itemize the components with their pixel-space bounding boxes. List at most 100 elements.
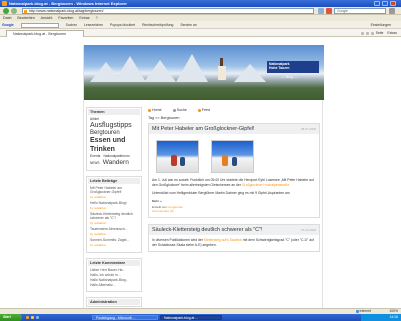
- admin-box: Administration: [86, 296, 142, 307]
- post-habeler: Mit Peter Habeler am Großglockner-Gipfel…: [148, 123, 320, 218]
- post-saeuleck: Säuleck-Klettersteig deutlich schwerer a…: [148, 224, 320, 252]
- window-title-bar[interactable]: Nationalpark-blog.at - Bergtouren - Wind…: [0, 0, 401, 7]
- post-photos: [149, 134, 319, 178]
- breadcrumb: Home Suche Feed: [148, 107, 320, 113]
- quicklaunch-ie-icon[interactable]: [26, 316, 29, 319]
- logo-line2: Hohe Tauern: [269, 66, 290, 70]
- search-link[interactable]: Suche: [172, 108, 192, 112]
- maximize-button[interactable]: [382, 1, 388, 6]
- menu-item-help[interactable]: ?: [96, 16, 98, 20]
- tag-bergtouren[interactable]: Bergtouren: [90, 130, 120, 137]
- recent-comment-link[interactable]: Hallo Nationalpark-Blog...: [90, 278, 138, 282]
- post-title[interactable]: Mit Peter Habeler am Großglockner-Gipfel…: [152, 126, 254, 132]
- recent-comments-box: Letzte Kommentare Lieber Herr Bauer-Ha..…: [86, 257, 142, 292]
- tools-menu[interactable]: Extras: [387, 31, 397, 35]
- recent-post-author[interactable]: by redaktion: [90, 206, 138, 210]
- refresh-button[interactable]: [318, 8, 324, 14]
- recent-post-link[interactable]: Sonnen-Summits: Zagel...: [90, 238, 138, 242]
- tag-events[interactable]: Events: [90, 154, 100, 158]
- address-url: http://www.nationalpark-blog.at/tag/berg…: [29, 9, 104, 13]
- recent-post-author[interactable]: by redaktion: [90, 221, 138, 225]
- summit-photo-2[interactable]: [211, 140, 254, 173]
- page-menu[interactable]: Seite: [376, 31, 384, 35]
- main-content: Home Suche Feed Tag >> Bergtouren Mit Pe…: [148, 107, 320, 307]
- tab-bar: Nationalpark-blog.at - Bergtouren Seite …: [0, 29, 401, 37]
- feed-icon[interactable]: [365, 31, 369, 35]
- page-viewport[interactable]: Nationalpark Hohe Tauern — Blog — Themen…: [0, 37, 401, 308]
- tab-active[interactable]: Nationalpark-blog.at - Bergtouren: [6, 30, 84, 37]
- google-settings-button[interactable]: Einstellungen: [371, 21, 391, 29]
- print-icon[interactable]: [370, 31, 374, 35]
- post-date: 08.07.2008: [300, 127, 316, 131]
- post-inline-link[interactable]: Klettersteig auf's Säuleck: [204, 238, 242, 242]
- post-meta: Mehr » Erstellt von: bergtouren Kommenta…: [149, 196, 319, 217]
- google-toolbar: Google Suchen Lesezeichen Popups blockie…: [0, 21, 401, 29]
- search-input[interactable]: Google: [334, 8, 386, 14]
- tag-wandern[interactable]: Wandern: [103, 159, 129, 167]
- post-date: 07.04.2008: [300, 228, 316, 232]
- quicklaunch-outlook-icon[interactable]: [31, 316, 34, 319]
- google-popups-button[interactable]: Popups blockiert: [110, 23, 135, 27]
- recent-comment-link[interactable]: Hallo, ich würde m...: [90, 273, 138, 277]
- stop-button[interactable]: [326, 8, 332, 14]
- address-toolbar: http://www.nationalpark-blog.at/tag/berg…: [0, 7, 401, 15]
- command-bar: Seite Extras: [360, 30, 397, 36]
- tag-news[interactable]: NEWS: [90, 161, 100, 166]
- recent-comment-link[interactable]: Hallo Alternativ...: [90, 283, 138, 287]
- address-input[interactable]: http://www.nationalpark-blog.at/tag/berg…: [22, 8, 314, 14]
- close-button[interactable]: [390, 1, 396, 6]
- tab-title: Nationalpark-blog.at - Bergtouren: [13, 32, 67, 36]
- recent-post-author[interactable]: by redaktion: [90, 243, 138, 247]
- task-outlook[interactable]: Posteingang - Microsoft ...: [92, 315, 158, 320]
- system-clock[interactable]: 14:26: [361, 314, 401, 321]
- back-button[interactable]: [3, 8, 9, 14]
- chapel-image: [218, 58, 226, 80]
- feed-link[interactable]: Feed: [197, 108, 215, 112]
- menu-item-tools[interactable]: Extras: [79, 16, 89, 20]
- google-logo: Google: [2, 23, 14, 27]
- menu-item-favorites[interactable]: Favoriten: [58, 16, 73, 20]
- rss-icon: [197, 108, 201, 112]
- menu-item-file[interactable]: Datei: [3, 16, 11, 20]
- home-icon[interactable]: [360, 31, 364, 35]
- recent-comment-link[interactable]: Lieber Herr Bauer-Ha...: [90, 268, 138, 272]
- magnifier-icon: [172, 108, 176, 112]
- read-more-link[interactable]: Mehr »: [152, 199, 316, 203]
- recent-post-author[interactable]: by redaktion: [90, 195, 138, 199]
- recent-post-link[interactable]: Mit Peter Habeler am Großglockner-Gipfel…: [90, 186, 138, 194]
- forward-button[interactable]: [11, 8, 17, 14]
- minimize-button[interactable]: [374, 1, 380, 6]
- google-send-button[interactable]: Senden an: [180, 23, 196, 27]
- google-bookmarks-button[interactable]: Lesezeichen: [84, 23, 103, 27]
- post-title[interactable]: Säuleck-Klettersteig deutlich schwerer a…: [152, 227, 263, 233]
- recent-post-author[interactable]: by redaktion: [90, 232, 138, 236]
- quicklaunch-desktop-icon[interactable]: [36, 316, 39, 319]
- task-ie[interactable]: Nationalpark-blog.at ...: [160, 315, 222, 320]
- menu-item-view[interactable]: Ansicht: [41, 16, 53, 20]
- site-logo[interactable]: Nationalpark Hohe Tauern — Blog —: [267, 61, 319, 79]
- post-inline-link[interactable]: Großglockner Hochalpenstraße: [242, 183, 289, 187]
- search-placeholder: Google: [337, 9, 348, 13]
- start-button[interactable]: Start: [0, 314, 22, 321]
- menu-item-edit[interactable]: Bearbeiten: [17, 16, 34, 20]
- summit-photo-1[interactable]: [156, 140, 199, 173]
- post-comments-link[interactable]: Kommentare (0): [152, 209, 316, 213]
- tag-heading: Tag >> Bergtouren: [148, 116, 180, 120]
- themes-box: Themen Artikel Ausflugstipps Bergtouren …: [86, 107, 142, 171]
- recent-post-link[interactable]: Hello Nationalpark-Blog!: [90, 201, 138, 205]
- recent-post-link[interactable]: Säuleck-Klettersteig deutlich schwerer a…: [90, 212, 138, 220]
- globe-icon: [355, 309, 359, 313]
- home-link[interactable]: Home: [148, 108, 167, 112]
- tag-ausflugstipps[interactable]: Ausflugstipps: [90, 122, 132, 130]
- recent-post-link[interactable]: Tauernstern Almrausch...: [90, 227, 138, 231]
- window-title: Nationalpark-blog.at - Bergtouren - Wind…: [9, 1, 127, 6]
- google-search-input[interactable]: [20, 22, 59, 28]
- google-search-button[interactable]: Suchen: [66, 23, 78, 27]
- tag-essen-und-trinken[interactable]: Essen und Trinken: [90, 137, 136, 154]
- post-header: Säuleck-Klettersteig deutlich schwerer a…: [149, 225, 319, 235]
- search-icon[interactable]: [389, 8, 395, 14]
- page-icon: [24, 10, 27, 13]
- google-spellcheck-button[interactable]: Rechtschreibprüfung: [142, 23, 173, 27]
- ie-icon: [2, 1, 7, 6]
- blog-container: Nationalpark Hohe Tauern — Blog — Themen…: [83, 45, 324, 308]
